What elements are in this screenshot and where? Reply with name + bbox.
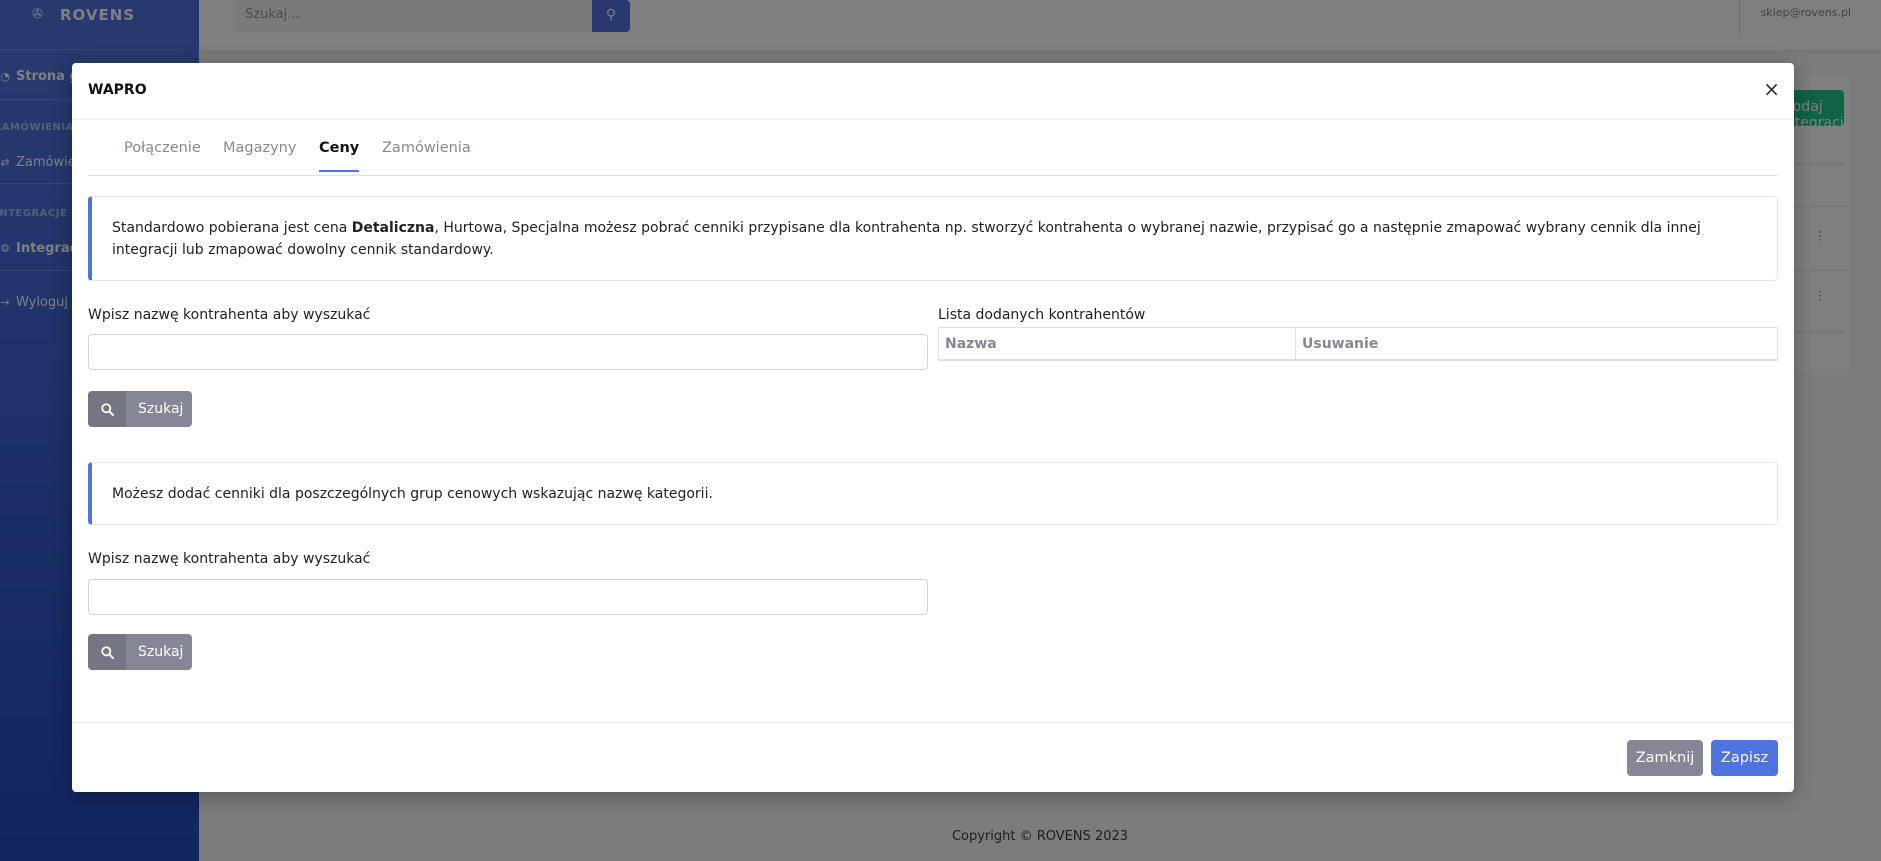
search-button-label: Szukaj <box>138 644 184 660</box>
contractors-list-title: Lista dodanych kontrahentów <box>938 307 1146 323</box>
info-alert-price-groups: Możesz dodać cenniki dla poszczególnych … <box>88 462 1778 525</box>
tab-ceny[interactable]: Ceny <box>319 140 360 172</box>
modal-title: WAPRO <box>88 82 147 98</box>
tab-zamowienia[interactable]: Zamówienia <box>382 140 471 170</box>
close-button[interactable]: Zamknij <box>1627 740 1703 776</box>
info-text: Standardowo pobierana jest cena Detalicz… <box>92 197 1777 261</box>
column-divider <box>1295 328 1296 360</box>
info-text-part: Standardowo pobierana jest cena <box>112 220 352 236</box>
close-icon[interactable]: × <box>1763 77 1780 101</box>
modal-header: WAPRO × <box>72 63 1794 120</box>
info-alert-prices: Standardowo pobierana jest cena Detalicz… <box>88 196 1778 281</box>
search-button-label: Szukaj <box>138 401 184 417</box>
contractor-search-button[interactable]: Szukaj <box>88 391 192 427</box>
info-text: Możesz dodać cenniki dla poszczególnych … <box>112 486 713 502</box>
contractor-search-label: Wpisz nazwę kontrahenta aby wyszukać <box>88 307 371 323</box>
tab-polaczenie[interactable]: Połączenie <box>124 140 201 170</box>
column-header-name: Nazwa <box>945 336 997 352</box>
contractor-search-label-2: Wpisz nazwę kontrahenta aby wyszukać <box>88 551 371 567</box>
column-header-delete: Usuwanie <box>1302 336 1379 352</box>
contractors-table: Nazwa Usuwanie <box>938 327 1778 361</box>
modal-footer: Zamknij Zapisz <box>72 722 1794 792</box>
search-icon <box>88 634 126 670</box>
save-button[interactable]: Zapisz <box>1711 740 1778 776</box>
tab-magazyny[interactable]: Magazyny <box>223 140 296 170</box>
contractor-search-input-2[interactable] <box>88 579 928 615</box>
contractor-search-button-2[interactable]: Szukaj <box>88 634 192 670</box>
wapro-modal: WAPRO × Połączenie Magazyny Ceny Zamówie… <box>72 63 1794 792</box>
modal-tabs: Połączenie Magazyny Ceny Zamówienia <box>88 120 1778 176</box>
contractor-search-input[interactable] <box>88 334 928 370</box>
search-icon <box>88 391 126 427</box>
info-text-bold: Detaliczna <box>351 220 435 236</box>
